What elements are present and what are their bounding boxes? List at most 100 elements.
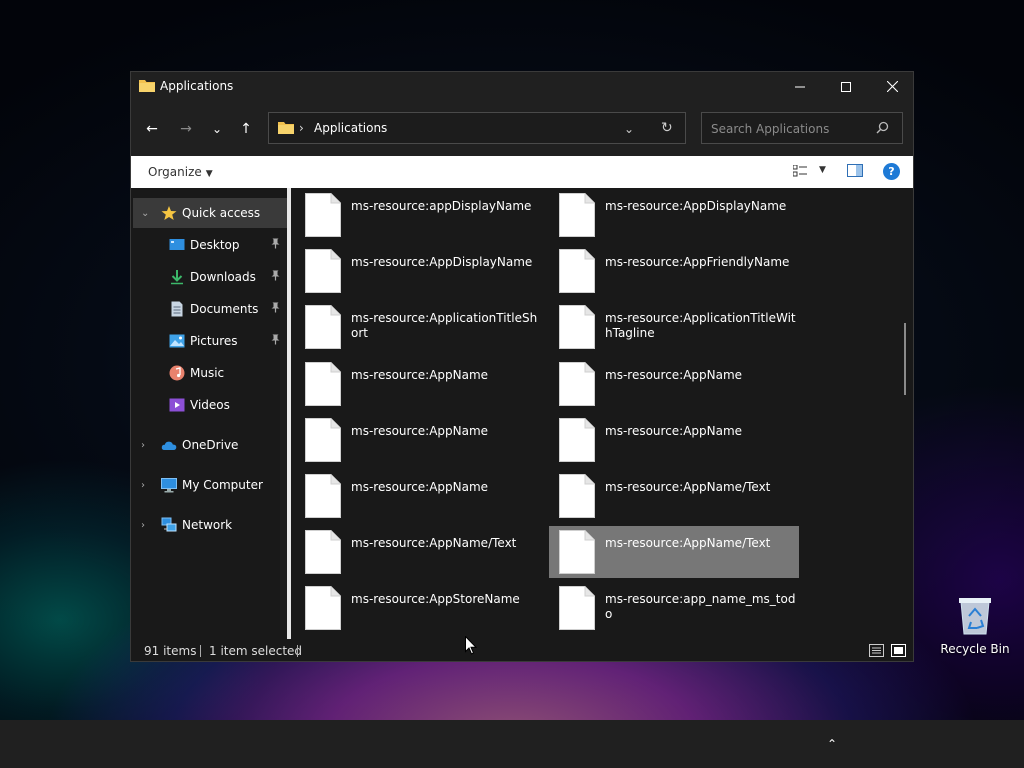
sidebar-item-quick-access[interactable]: ⌄ Quick access (133, 198, 287, 228)
address-dropdown-icon[interactable]: ⌄ (624, 122, 634, 136)
sidebar-item-label: OneDrive (182, 438, 239, 452)
file-list: ms-resource:appDisplayName ms-resource:Ap… (291, 188, 913, 639)
folder-icon (278, 121, 294, 137)
sidebar-item-music[interactable]: Music (133, 358, 287, 388)
show-hidden-icons-chevron-icon[interactable]: ⌃ (822, 734, 842, 754)
file-name: ms-resource:AppName (351, 424, 489, 438)
minimize-icon (795, 86, 805, 87)
file-item[interactable]: ms-resource:AppName (295, 358, 545, 410)
document-icon (169, 301, 185, 317)
sidebar-item-label: Downloads (190, 270, 256, 284)
file-icon (559, 418, 595, 465)
computer-icon (161, 477, 177, 493)
back-button[interactable]: ← (142, 121, 162, 137)
sidebar-item-documents[interactable]: Documents (133, 294, 287, 324)
recycle-bin-label: Recycle Bin (940, 642, 1010, 656)
address-bar[interactable]: › Applications ⌄ ↻ (268, 112, 686, 144)
expand-chevron-icon[interactable]: › (141, 520, 145, 531)
recent-locations-button[interactable]: ⌄ (207, 121, 227, 137)
minimize-button[interactable] (777, 72, 823, 101)
mouse-pointer-icon (465, 635, 478, 659)
recycle-bin-icon (957, 594, 993, 636)
file-item[interactable]: ms-resource:AppName (295, 470, 545, 522)
sidebar-item-downloads[interactable]: Downloads (133, 262, 287, 292)
file-icon (305, 249, 341, 296)
expand-chevron-icon[interactable]: › (141, 480, 145, 491)
file-icon (305, 474, 341, 521)
file-explorer-window: Applications ← → ⌄ ↑ › Applications ⌄ ↻ (130, 71, 914, 662)
file-item[interactable]: ms-resource:AppName/Text (295, 526, 545, 578)
desktop-icon (169, 237, 185, 253)
change-view-icon[interactable] (792, 164, 807, 180)
file-icon (559, 305, 595, 352)
help-icon[interactable]: ? (883, 163, 900, 180)
file-item[interactable]: ms-resource:AppName (295, 414, 545, 466)
sidebar-item-onedrive[interactable]: › OneDrive (133, 430, 287, 460)
view-options-dropdown[interactable]: ▼ (819, 165, 826, 175)
file-item[interactable]: ms-resource:AppName (549, 414, 799, 466)
file-item[interactable]: ms-resource:AppDisplayName (549, 189, 799, 241)
sidebar-item-label: Documents (190, 302, 259, 316)
large-icons-view-icon[interactable] (891, 644, 906, 660)
expand-chevron-icon[interactable]: › (141, 440, 145, 451)
breadcrumb-applications[interactable]: Applications (314, 121, 387, 135)
file-name: ms-resource:AppName (351, 480, 489, 494)
maximize-icon (841, 81, 851, 92)
star-icon (161, 205, 177, 221)
organize-button[interactable]: Organize ▼ (148, 165, 213, 179)
sidebar-item-videos[interactable]: Videos (133, 390, 287, 420)
sidebar-item-label: Network (182, 518, 233, 532)
collapse-chevron-icon[interactable]: ⌄ (141, 208, 149, 219)
file-icon (305, 530, 341, 577)
status-bar: 91 items 1 item selected (131, 639, 913, 661)
sidebar-item-pictures[interactable]: Pictures (133, 326, 287, 356)
file-item[interactable]: ms-resource:AppName (549, 358, 799, 410)
sidebar-item-label: My Computer (182, 478, 263, 492)
cloud-icon (161, 437, 177, 453)
search-box[interactable] (701, 112, 903, 144)
sidebar-item-label: Videos (190, 398, 230, 412)
close-button[interactable] (869, 72, 915, 101)
recycle-bin-shortcut[interactable]: Recycle Bin (940, 594, 1010, 656)
file-item[interactable]: ms-resource:AppDisplayName (295, 245, 545, 297)
sidebar-item-label: Desktop (190, 238, 240, 252)
file-item[interactable]: ms-resource:app_name_ms_todo (549, 582, 799, 634)
status-divider (200, 645, 201, 657)
command-bar: Organize ▼ ▼ ? (131, 156, 913, 188)
up-button[interactable]: ↑ (236, 121, 256, 137)
status-divider (297, 645, 298, 657)
title-bar: Applications (131, 72, 913, 101)
search-input[interactable] (709, 119, 873, 139)
sidebar-item-label: Pictures (190, 334, 238, 348)
selection-count: 1 item selected (209, 644, 303, 658)
pin-icon (271, 302, 280, 316)
file-name: ms-resource:AppDisplayName (605, 199, 787, 213)
file-name: ms-resource:AppName/Text (605, 480, 771, 494)
refresh-icon[interactable]: ↻ (661, 120, 673, 136)
file-item[interactable]: ms-resource:AppName/Text (549, 526, 799, 578)
file-name: ms-resource:AppFriendlyName (605, 255, 790, 269)
search-icon (876, 121, 889, 137)
sidebar-item-label: Quick access (182, 206, 261, 220)
maximize-button[interactable] (823, 72, 869, 101)
file-name: ms-resource:AppDisplayName (351, 255, 533, 269)
file-icon (559, 586, 595, 633)
sidebar-item-my-computer[interactable]: › My Computer (133, 470, 287, 500)
file-item[interactable]: ms-resource:ApplicationTitleWithTagline (549, 301, 799, 353)
item-count: 91 items (144, 644, 197, 658)
vertical-scrollbar-thumb[interactable] (904, 323, 906, 395)
details-view-icon[interactable] (869, 644, 884, 660)
forward-button[interactable]: → (176, 121, 196, 137)
music-icon (169, 365, 185, 381)
sidebar-item-desktop[interactable]: Desktop (133, 230, 287, 260)
file-item[interactable]: ms-resource:AppStoreName (295, 582, 545, 634)
file-icon (305, 193, 341, 240)
file-item[interactable]: ms-resource:AppName/Text (549, 470, 799, 522)
file-item[interactable]: ms-resource:AppFriendlyName (549, 245, 799, 297)
preview-pane-icon[interactable] (847, 164, 863, 180)
file-name: ms-resource:AppStoreName (351, 592, 520, 606)
sidebar-item-network[interactable]: › Network (133, 510, 287, 540)
file-item[interactable]: ms-resource:appDisplayName (295, 189, 545, 241)
file-item[interactable]: ms-resource:ApplicationTitleShort (295, 301, 545, 353)
breadcrumb-separator: › (299, 121, 304, 135)
